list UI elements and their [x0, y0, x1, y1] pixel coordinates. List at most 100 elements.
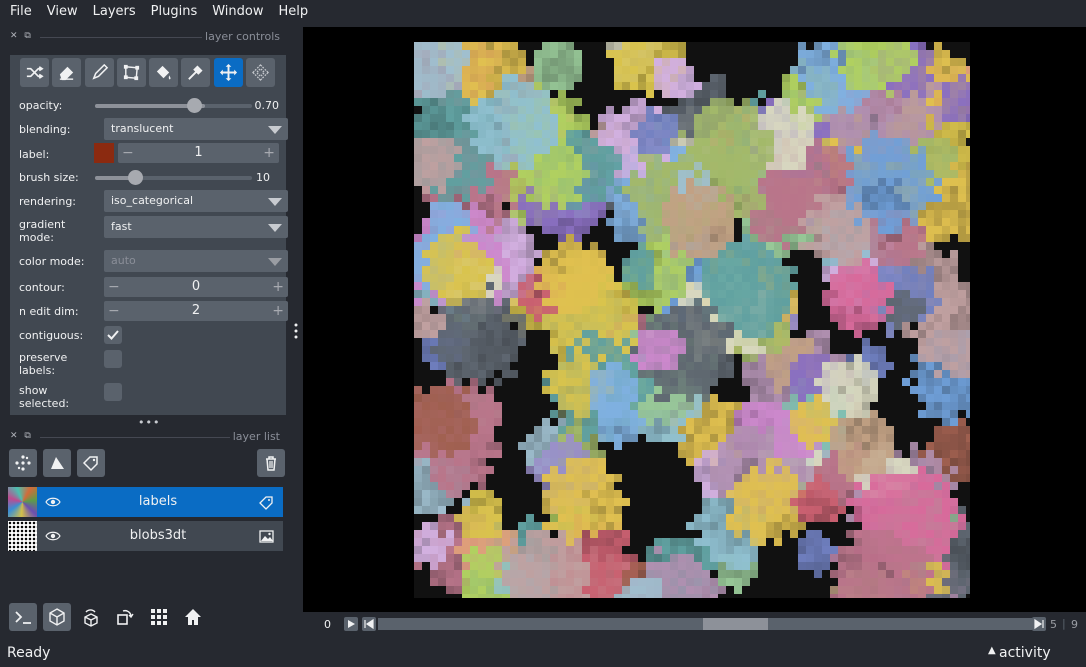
brush-size-slider-handle[interactable] [128, 170, 143, 185]
menu-window[interactable]: Window [207, 0, 268, 24]
fill-bucket-icon [157, 65, 171, 80]
label-spinbox[interactable]: − 1 + [118, 143, 279, 163]
blending-combo[interactable]: translucent [104, 118, 288, 140]
points-icon [15, 455, 31, 471]
dims-end-a[interactable]: 5 [1050, 618, 1057, 631]
picker-button[interactable] [181, 58, 211, 87]
polygon-button[interactable] [116, 58, 146, 87]
show-selected-label-1: show [19, 384, 48, 397]
play-button[interactable] [344, 617, 358, 631]
increment-icon[interactable]: + [272, 277, 284, 297]
new-points-layer-button[interactable] [9, 449, 37, 477]
grid-button[interactable] [145, 603, 173, 631]
dims-current-value[interactable]: 0 [324, 618, 331, 631]
fill-button[interactable] [149, 58, 179, 87]
viewer-canvas[interactable] [303, 27, 1086, 612]
rendering-combo[interactable]: iso_categorical [104, 190, 288, 212]
pan-zoom-icon [219, 63, 237, 82]
n-edit-dim-label: n edit dim: [19, 305, 79, 318]
pan-zoom-button[interactable] [213, 58, 243, 87]
preserve-labels-label-2: labels: [19, 364, 56, 377]
ndisplay-button[interactable] [43, 603, 71, 631]
menu-plugins[interactable]: Plugins [146, 0, 203, 24]
chevron-up-icon[interactable]: ▲ [988, 645, 996, 656]
layer-item-labels[interactable]: labels [8, 487, 283, 517]
transform-icon [123, 64, 139, 81]
n-edit-dim-spinbox[interactable]: − 2 + [104, 301, 288, 321]
dock-splitter-handle[interactable]: ••• [138, 416, 160, 429]
eraser-button[interactable] [52, 58, 82, 87]
opacity-slider[interactable] [95, 98, 252, 113]
shapes-icon [51, 457, 64, 469]
rendering-row: rendering: iso_categorical [19, 190, 288, 212]
brush-size-value: 10 [256, 171, 270, 184]
visibility-eye-icon[interactable] [45, 529, 61, 543]
home-button[interactable] [179, 603, 207, 631]
menu-help[interactable]: Help [274, 0, 314, 24]
decrement-icon[interactable]: − [108, 277, 120, 297]
roll-dimensions-button[interactable] [77, 603, 105, 631]
dims-slider-handle[interactable] [703, 618, 768, 630]
shuffle-icon [26, 66, 44, 79]
step-forward-button[interactable] [1032, 617, 1046, 631]
n-edit-dim-value: 2 [191, 303, 201, 318]
brush-size-row: brush size: 10 [19, 169, 279, 185]
dims-separator: | [1062, 617, 1066, 630]
chevron-down-icon [268, 258, 282, 266]
divider [40, 37, 202, 38]
label-value: 1 [194, 145, 203, 160]
cube-3d-icon [49, 608, 65, 626]
rendering-label: rendering: [19, 195, 77, 208]
divider [40, 437, 230, 438]
layer-item-blobs3dt[interactable]: blobs3dt [8, 521, 283, 551]
color-mode-row: color mode: auto [19, 250, 288, 272]
new-shapes-layer-button[interactable] [43, 449, 71, 477]
labels-image[interactable] [414, 42, 970, 598]
label-row: label: − 1 + [19, 143, 279, 164]
delete-layer-button[interactable] [257, 449, 285, 477]
increment-icon[interactable]: + [263, 143, 275, 163]
show-selected-checkbox[interactable] [104, 383, 122, 401]
increment-icon[interactable]: + [272, 301, 284, 321]
dims-end-b[interactable]: 9 [1071, 618, 1078, 631]
transform-select-icon [252, 64, 269, 81]
brush-size-label: brush size: [19, 171, 79, 184]
console-icon [15, 611, 31, 624]
visibility-eye-icon[interactable] [45, 495, 61, 509]
paint-button[interactable] [84, 58, 114, 87]
activity-button[interactable]: activity [999, 645, 1051, 661]
eraser-icon [60, 66, 74, 81]
preserve-labels-checkbox[interactable] [104, 350, 122, 368]
dock-float-icon[interactable]: ✕ ⧉ [10, 31, 33, 41]
decrement-icon[interactable]: − [122, 143, 134, 163]
dims-slider-track[interactable] [378, 618, 1032, 630]
brush-size-slider[interactable] [95, 170, 252, 185]
layer-name[interactable]: labels [68, 494, 248, 509]
contour-spinbox[interactable]: − 0 + [104, 277, 288, 297]
contour-label: contour: [19, 281, 65, 294]
chevron-down-icon [268, 126, 282, 134]
transpose-button[interactable] [111, 603, 139, 631]
menu-file[interactable]: File [5, 0, 37, 24]
contour-row: contour: − 0 + [19, 277, 288, 297]
gradient-mode-combo[interactable]: fast [104, 216, 288, 238]
panel-resize-handle[interactable] [294, 322, 298, 340]
shuffle-colors-button[interactable] [20, 58, 49, 87]
label-color-swatch[interactable] [94, 143, 114, 163]
preserve-labels-label-1: preserve [19, 351, 68, 364]
menu-layers[interactable]: Layers [88, 0, 141, 24]
status-bar: Ready ▲ activity [0, 638, 1086, 667]
dock-float-icon[interactable]: ✕ ⧉ [10, 431, 33, 441]
opacity-slider-handle[interactable] [187, 98, 202, 113]
opacity-value: 0.70 [254, 99, 280, 112]
contiguous-checkbox[interactable] [104, 326, 122, 344]
opacity-row: opacity: 0.70 [19, 98, 279, 114]
vertical-dots-icon [294, 323, 298, 339]
console-button[interactable] [9, 603, 37, 631]
new-labels-layer-button[interactable] [77, 449, 105, 477]
menu-view[interactable]: View [42, 0, 83, 24]
decrement-icon[interactable]: − [108, 301, 120, 321]
transform-button[interactable] [246, 58, 276, 87]
step-back-button[interactable] [362, 617, 376, 631]
layer-name[interactable]: blobs3dt [68, 528, 248, 543]
